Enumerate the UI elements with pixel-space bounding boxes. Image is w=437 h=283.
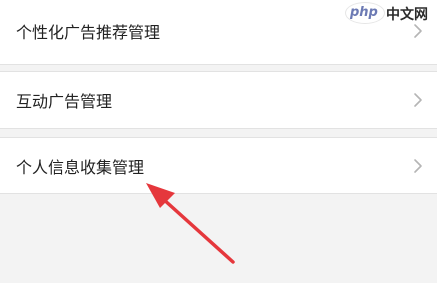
settings-item-interactive-ads[interactable]: 互动广告管理 <box>0 71 437 129</box>
chevron-right-icon <box>414 158 422 173</box>
chevron-right-icon <box>414 24 422 38</box>
chevron-right-icon <box>414 93 422 107</box>
settings-item-label: 个性化广告推荐管理 <box>16 23 161 42</box>
logo-brand-text: php <box>350 5 378 20</box>
logo-site-text: 中文网 <box>386 7 428 23</box>
settings-item-label: 互动广告管理 <box>16 92 113 111</box>
watermark-logo: php 中文网 <box>346 2 436 24</box>
settings-item-label: 个人信息收集管理 <box>16 157 145 177</box>
settings-item-personal-info-collection[interactable]: 个人信息收集管理 <box>0 137 437 194</box>
